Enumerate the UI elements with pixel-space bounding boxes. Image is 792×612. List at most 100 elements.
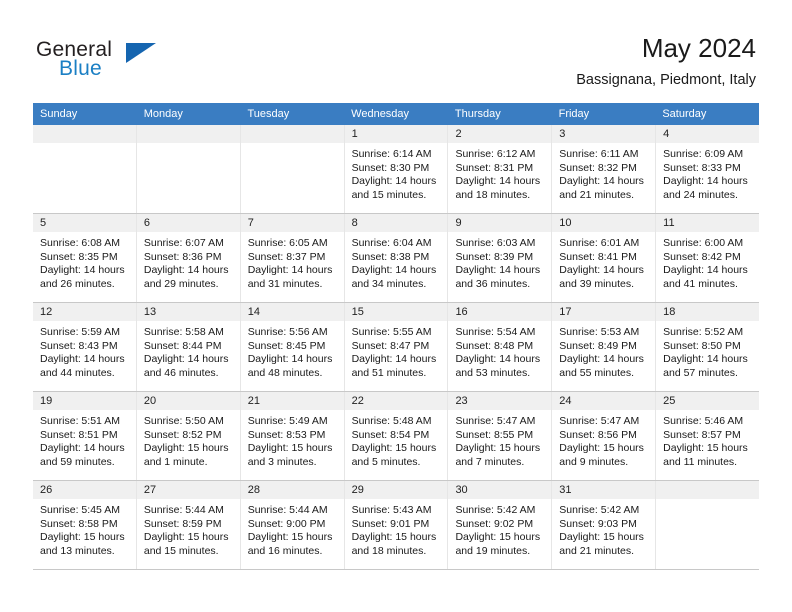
- daylight-text-line1: Daylight: 15 hours: [455, 531, 541, 544]
- sunset-text: Sunset: 8:56 PM: [559, 428, 637, 441]
- brand-logo[interactable]: General Blue: [36, 38, 226, 86]
- day-number: 18: [656, 303, 760, 321]
- daylight-text-line1: Daylight: 14 hours: [40, 442, 125, 455]
- calendar-day-cell[interactable]: 7 Sunrise: 6:05 AM Sunset: 8:37 PM Daylight…: [240, 214, 345, 302]
- sunset-text: Sunset: 8:30 PM: [351, 161, 430, 174]
- calendar-day-cell-empty: [240, 125, 345, 213]
- daylight-text-line1: Daylight: 14 hours: [351, 353, 437, 366]
- calendar-day-cell-empty: [33, 125, 137, 213]
- day-details: Sunrise: 6:03 AM Sunset: 8:39 PM Daylight:…: [448, 232, 551, 291]
- calendar-day-cell[interactable]: 4 Sunrise: 6:09 AM Sunset: 8:33 PM Daylight…: [656, 125, 760, 213]
- calendar-day-cell[interactable]: 23 Sunrise: 5:47 AM Sunset: 8:55 PM Dayligh…: [448, 392, 553, 480]
- calendar-day-cell[interactable]: 2 Sunrise: 6:12 AM Sunset: 8:31 PM Daylight…: [448, 125, 553, 213]
- calendar-day-cell[interactable]: 10 Sunrise: 6:01 AM Sunset: 8:41 PM Dayligh…: [552, 214, 657, 302]
- daylight-text-line2: and 13 minutes.: [40, 544, 115, 557]
- calendar-day-cell[interactable]: 14 Sunrise: 5:56 AM Sunset: 8:45 PM Dayligh…: [240, 303, 345, 391]
- sunrise-text: Sunrise: 5:48 AM: [351, 415, 432, 427]
- title-block: May 2024 Bassignana, Piedmont, Italy: [576, 33, 756, 89]
- sunrise-text: Sunrise: 5:56 AM: [247, 326, 328, 338]
- sunset-text: Sunset: 8:36 PM: [143, 250, 222, 263]
- sunrise-text: Sunrise: 6:09 AM: [663, 148, 744, 160]
- day-number: 20: [136, 392, 240, 410]
- daylight-text-line1: Daylight: 14 hours: [559, 353, 644, 366]
- weekday-header-wednesday: Wednesday: [351, 108, 410, 120]
- calendar-day-cell[interactable]: 22 Sunrise: 5:48 AM Sunset: 8:54 PM Dayligh…: [344, 392, 449, 480]
- daylight-text-line2: and 36 minutes.: [455, 277, 531, 290]
- sunset-text: Sunset: 8:38 PM: [351, 250, 430, 263]
- calendar-day-cell[interactable]: 11 Sunrise: 6:00 AM Sunset: 8:42 PM Dayligh…: [656, 214, 760, 302]
- day-details: Sunrise: 5:47 AM Sunset: 8:56 PM Daylight:…: [552, 410, 655, 469]
- day-details: Sunrise: 6:11 AM Sunset: 8:32 PM Daylight:…: [552, 143, 655, 202]
- day-number: 30: [448, 481, 552, 499]
- calendar-day-cell[interactable]: 16 Sunrise: 5:54 AM Sunset: 8:48 PM Dayligh…: [448, 303, 553, 391]
- calendar-day-cell[interactable]: 8 Sunrise: 6:04 AM Sunset: 8:38 PM Daylight…: [344, 214, 449, 302]
- calendar-day-cell[interactable]: 26 Sunrise: 5:45 AM Sunset: 8:58 PM Dayligh…: [33, 481, 137, 569]
- day-details: Sunrise: 5:49 AM Sunset: 8:53 PM Daylight:…: [241, 410, 344, 469]
- day-number: 31: [552, 481, 656, 499]
- sunset-text: Sunset: 8:43 PM: [40, 339, 118, 352]
- sunset-text: Sunset: 8:57 PM: [663, 428, 741, 441]
- sunrise-text: Sunrise: 6:05 AM: [247, 237, 328, 249]
- sunrise-text: Sunrise: 5:42 AM: [455, 504, 536, 516]
- day-details: Sunrise: 5:52 AM Sunset: 8:50 PM Daylight:…: [656, 321, 759, 380]
- calendar-day-cell[interactable]: 30 Sunrise: 5:42 AM Sunset: 9:02 PM Dayligh…: [448, 481, 553, 569]
- calendar-day-cell[interactable]: 9 Sunrise: 6:03 AM Sunset: 8:39 PM Daylight…: [448, 214, 553, 302]
- calendar-day-cell[interactable]: 27 Sunrise: 5:44 AM Sunset: 8:59 PM Dayligh…: [136, 481, 241, 569]
- calendar-day-cell[interactable]: 31 Sunrise: 5:42 AM Sunset: 9:03 PM Dayligh…: [552, 481, 657, 569]
- calendar-day-cell[interactable]: 25 Sunrise: 5:46 AM Sunset: 8:57 PM Dayligh…: [656, 392, 760, 480]
- sunset-text: Sunset: 8:54 PM: [351, 428, 430, 441]
- sunrise-text: Sunrise: 5:46 AM: [663, 415, 744, 427]
- calendar-day-cell[interactable]: 28 Sunrise: 5:44 AM Sunset: 9:00 PM Dayligh…: [240, 481, 345, 569]
- calendar-day-cell-empty: [136, 125, 241, 213]
- sunrise-text: Sunrise: 5:43 AM: [351, 504, 432, 516]
- sunset-text: Sunset: 9:01 PM: [351, 517, 430, 530]
- daylight-text-line1: Daylight: 14 hours: [351, 175, 437, 188]
- daylight-text-line1: Daylight: 14 hours: [143, 264, 229, 277]
- calendar-day-cell[interactable]: 5 Sunrise: 6:08 AM Sunset: 8:35 PM Daylight…: [33, 214, 137, 302]
- calendar-day-cell[interactable]: 3 Sunrise: 6:11 AM Sunset: 8:32 PM Daylight…: [552, 125, 657, 213]
- sunset-text: Sunset: 8:41 PM: [559, 250, 637, 263]
- day-number: [33, 125, 136, 143]
- day-details: Sunrise: 5:54 AM Sunset: 8:48 PM Daylight:…: [448, 321, 551, 380]
- calendar-day-cell[interactable]: 12 Sunrise: 5:59 AM Sunset: 8:43 PM Dayligh…: [33, 303, 137, 391]
- daylight-text-line1: Daylight: 15 hours: [247, 531, 333, 544]
- day-number: [240, 125, 344, 143]
- daylight-text-line2: and 48 minutes.: [247, 366, 323, 379]
- calendar-day-cell[interactable]: 24 Sunrise: 5:47 AM Sunset: 8:56 PM Dayligh…: [552, 392, 657, 480]
- sunset-text: Sunset: 8:37 PM: [247, 250, 326, 263]
- calendar-day-cell[interactable]: 20 Sunrise: 5:50 AM Sunset: 8:52 PM Dayligh…: [136, 392, 241, 480]
- day-number: 12: [33, 303, 136, 321]
- calendar-day-cell[interactable]: 1 Sunrise: 6:14 AM Sunset: 8:30 PM Daylight…: [344, 125, 449, 213]
- daylight-text-line1: Daylight: 15 hours: [663, 442, 748, 455]
- page-header: General Blue May 2024 Bassignana, Piedmo…: [0, 0, 792, 100]
- sunrise-text: Sunrise: 6:12 AM: [455, 148, 536, 160]
- calendar-day-cell[interactable]: 21 Sunrise: 5:49 AM Sunset: 8:53 PM Dayligh…: [240, 392, 345, 480]
- sunrise-text: Sunrise: 5:44 AM: [247, 504, 328, 516]
- day-details: Sunrise: 5:56 AM Sunset: 8:45 PM Daylight:…: [241, 321, 344, 380]
- daylight-text-line1: Daylight: 15 hours: [143, 442, 229, 455]
- daylight-text-line1: Daylight: 14 hours: [663, 175, 748, 188]
- day-details: Sunrise: 5:45 AM Sunset: 8:58 PM Daylight:…: [33, 499, 136, 558]
- calendar-day-cell[interactable]: 17 Sunrise: 5:53 AM Sunset: 8:49 PM Dayligh…: [552, 303, 657, 391]
- day-number: 26: [33, 481, 136, 499]
- sunset-text: Sunset: 9:02 PM: [455, 517, 534, 530]
- day-number: 15: [344, 303, 448, 321]
- sunrise-text: Sunrise: 5:55 AM: [351, 326, 432, 338]
- sunset-text: Sunset: 8:47 PM: [351, 339, 430, 352]
- calendar-day-cell[interactable]: 18 Sunrise: 5:52 AM Sunset: 8:50 PM Dayligh…: [656, 303, 760, 391]
- sunrise-text: Sunrise: 6:00 AM: [663, 237, 744, 249]
- day-details: Sunrise: 5:42 AM Sunset: 9:03 PM Daylight:…: [552, 499, 655, 558]
- calendar-day-cell[interactable]: 29 Sunrise: 5:43 AM Sunset: 9:01 PM Dayligh…: [344, 481, 449, 569]
- day-number: 28: [240, 481, 344, 499]
- daylight-text-line2: and 15 minutes.: [351, 188, 427, 201]
- sunset-text: Sunset: 8:58 PM: [40, 517, 118, 530]
- daylight-text-line2: and 21 minutes.: [559, 188, 635, 201]
- sunset-text: Sunset: 8:50 PM: [663, 339, 741, 352]
- daylight-text-line1: Daylight: 14 hours: [247, 353, 333, 366]
- calendar-day-cell[interactable]: 6 Sunrise: 6:07 AM Sunset: 8:36 PM Daylight…: [136, 214, 241, 302]
- calendar-day-cell[interactable]: 15 Sunrise: 5:55 AM Sunset: 8:47 PM Dayligh…: [344, 303, 449, 391]
- calendar-grid: Sunday Monday Tuesday Wednesday Thursday…: [33, 103, 760, 570]
- calendar-day-cell[interactable]: 19 Sunrise: 5:51 AM Sunset: 8:51 PM Dayligh…: [33, 392, 137, 480]
- day-details: Sunrise: 6:14 AM Sunset: 8:30 PM Daylight:…: [345, 143, 448, 202]
- calendar-day-cell[interactable]: 13 Sunrise: 5:58 AM Sunset: 8:44 PM Dayligh…: [136, 303, 241, 391]
